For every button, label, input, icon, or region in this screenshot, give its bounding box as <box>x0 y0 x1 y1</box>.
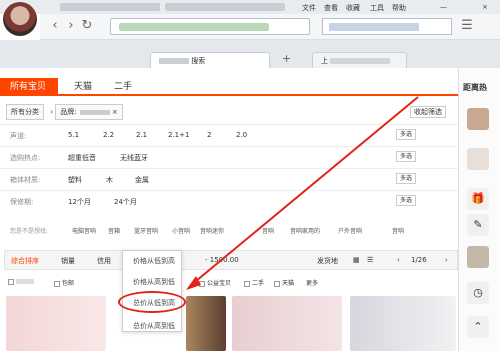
gift-icon[interactable]: 🎁 <box>467 188 489 210</box>
sidebar-label: 距离热 <box>463 83 487 92</box>
right-sidebar: 距离热 🎁 ✎ ◷ ⌃ <box>458 68 500 351</box>
annotation-arrow <box>186 96 419 290</box>
chevron-up-icon[interactable]: ⌃ <box>467 316 489 338</box>
clock-icon[interactable]: ◷ <box>467 282 489 304</box>
edit-icon[interactable]: ✎ <box>467 214 489 236</box>
arrow-line <box>189 96 419 287</box>
sidebar-image[interactable] <box>467 246 489 268</box>
sidebar-image[interactable] <box>467 108 489 130</box>
sidebar-image[interactable] <box>467 148 489 170</box>
